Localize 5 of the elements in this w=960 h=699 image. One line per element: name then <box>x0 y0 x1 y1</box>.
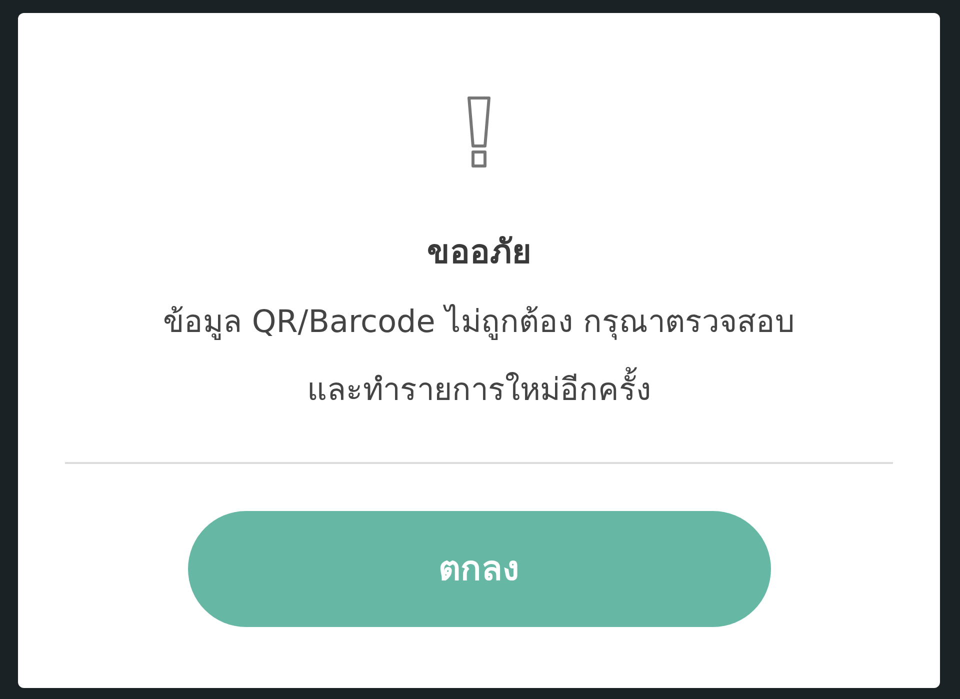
dialog-title: ขออภัย <box>427 231 531 273</box>
ok-button[interactable]: ตกลง <box>188 511 770 627</box>
warning-icon <box>467 96 491 168</box>
message-text: ข้อมูล QR/Barcode ไม่ถูกต้อง กรุณาตรวจสอบ <box>162 303 796 342</box>
message-text: และทำรายการใหม่อีกครั้ง <box>306 356 651 424</box>
